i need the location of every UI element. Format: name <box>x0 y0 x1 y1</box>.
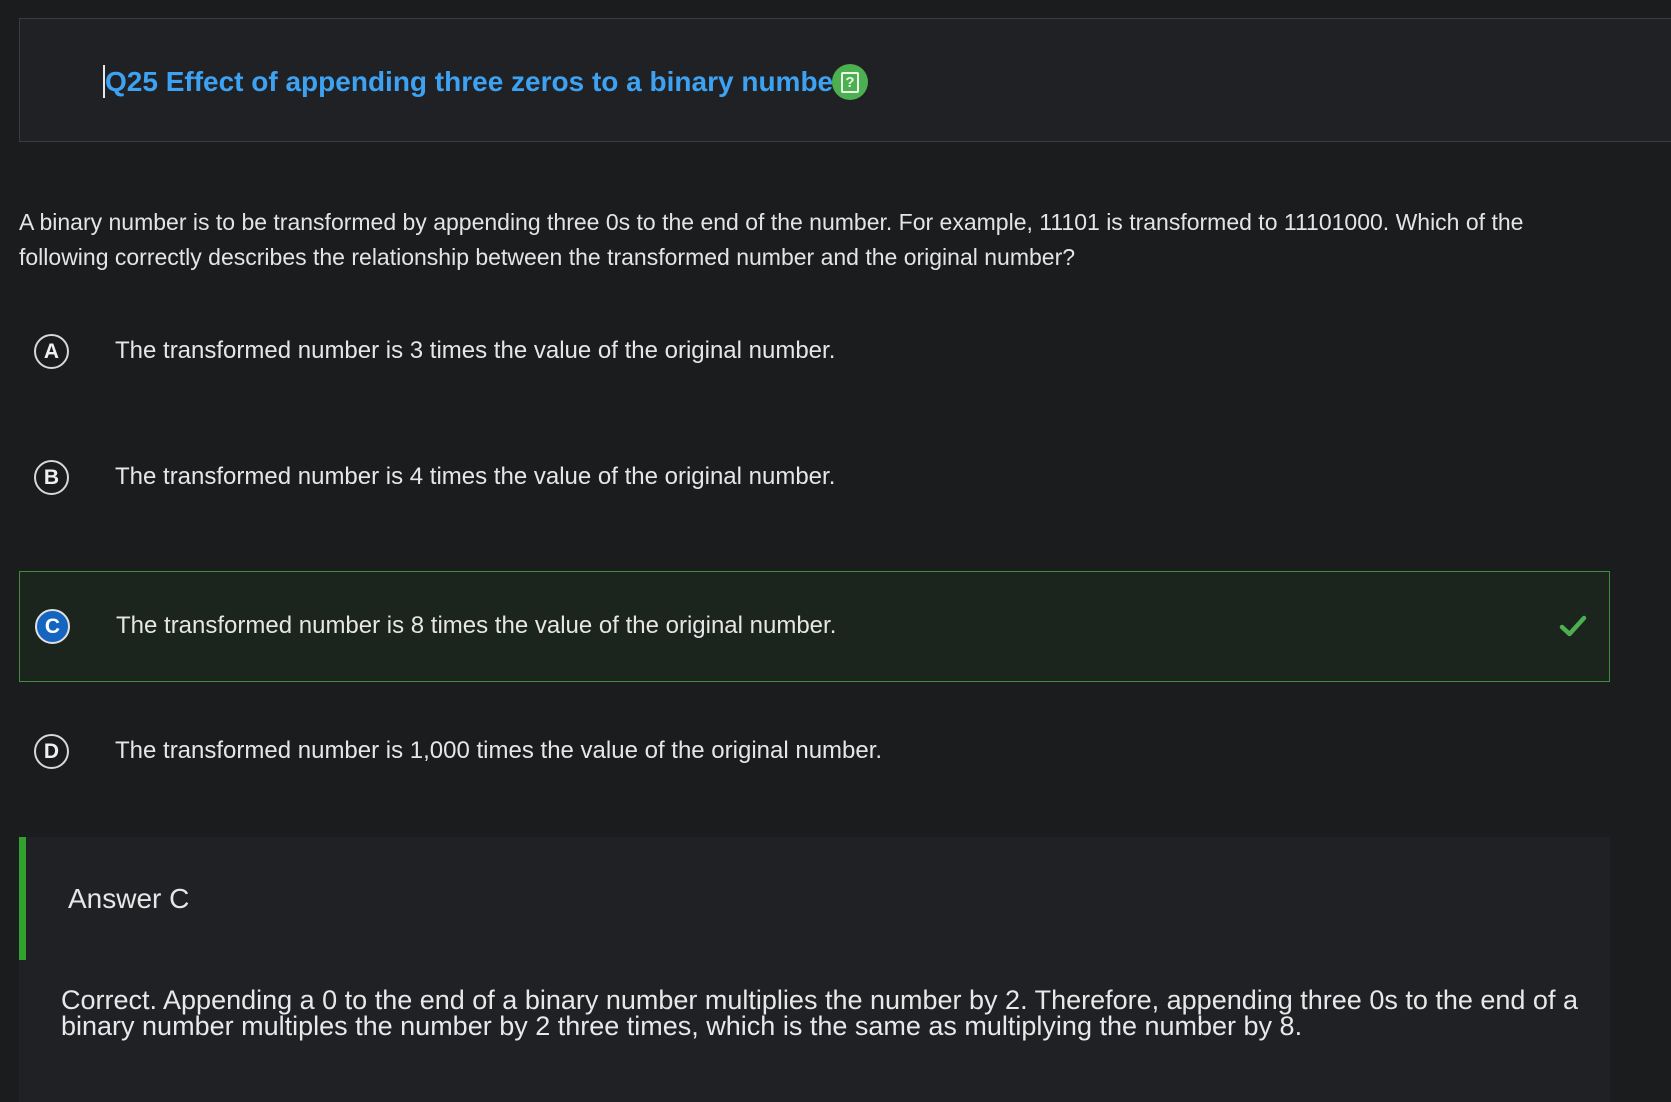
answer-explanation: Correct. Appending a 0 to the end of a b… <box>61 985 1578 1041</box>
choice-text-a: The transformed number is 3 times the va… <box>115 337 836 364</box>
choice-letter-c: C <box>35 609 70 644</box>
choice-text-b: The transformed number is 4 times the va… <box>115 463 836 490</box>
correct-check-icon <box>1559 615 1587 637</box>
answer-panel: Answer C Correct. Appending a 0 to the e… <box>19 837 1610 1102</box>
choice-letter-d: D <box>34 734 69 769</box>
question-text: A binary number is to be transformed by … <box>19 209 1524 270</box>
choice-text-c: The transformed number is 8 times the va… <box>116 612 837 639</box>
question-square-icon: ? <box>841 71 859 93</box>
quiz-page: Q25 Effect of appending three zeros to a… <box>0 0 1671 1102</box>
help-icon[interactable]: ? <box>832 64 868 100</box>
choice-a[interactable]: A The transformed number is 3 times the … <box>19 297 1610 408</box>
answer-accent-bar <box>19 837 26 960</box>
choice-b[interactable]: B The transformed number is 4 times the … <box>19 423 1610 534</box>
question-title[interactable]: Q25 Effect of appending three zeros to a… <box>105 66 844 98</box>
choice-text-d: The transformed number is 1,000 times th… <box>115 737 883 764</box>
choice-c[interactable]: C The transformed number is 8 times the … <box>19 571 1610 682</box>
answer-title: Answer C <box>68 883 190 914</box>
choice-letter-a: A <box>34 334 69 369</box>
choice-letter-b: B <box>34 460 69 495</box>
question-header: Q25 Effect of appending three zeros to a… <box>19 18 1671 142</box>
choice-d[interactable]: D The transformed number is 1,000 times … <box>19 697 1610 808</box>
